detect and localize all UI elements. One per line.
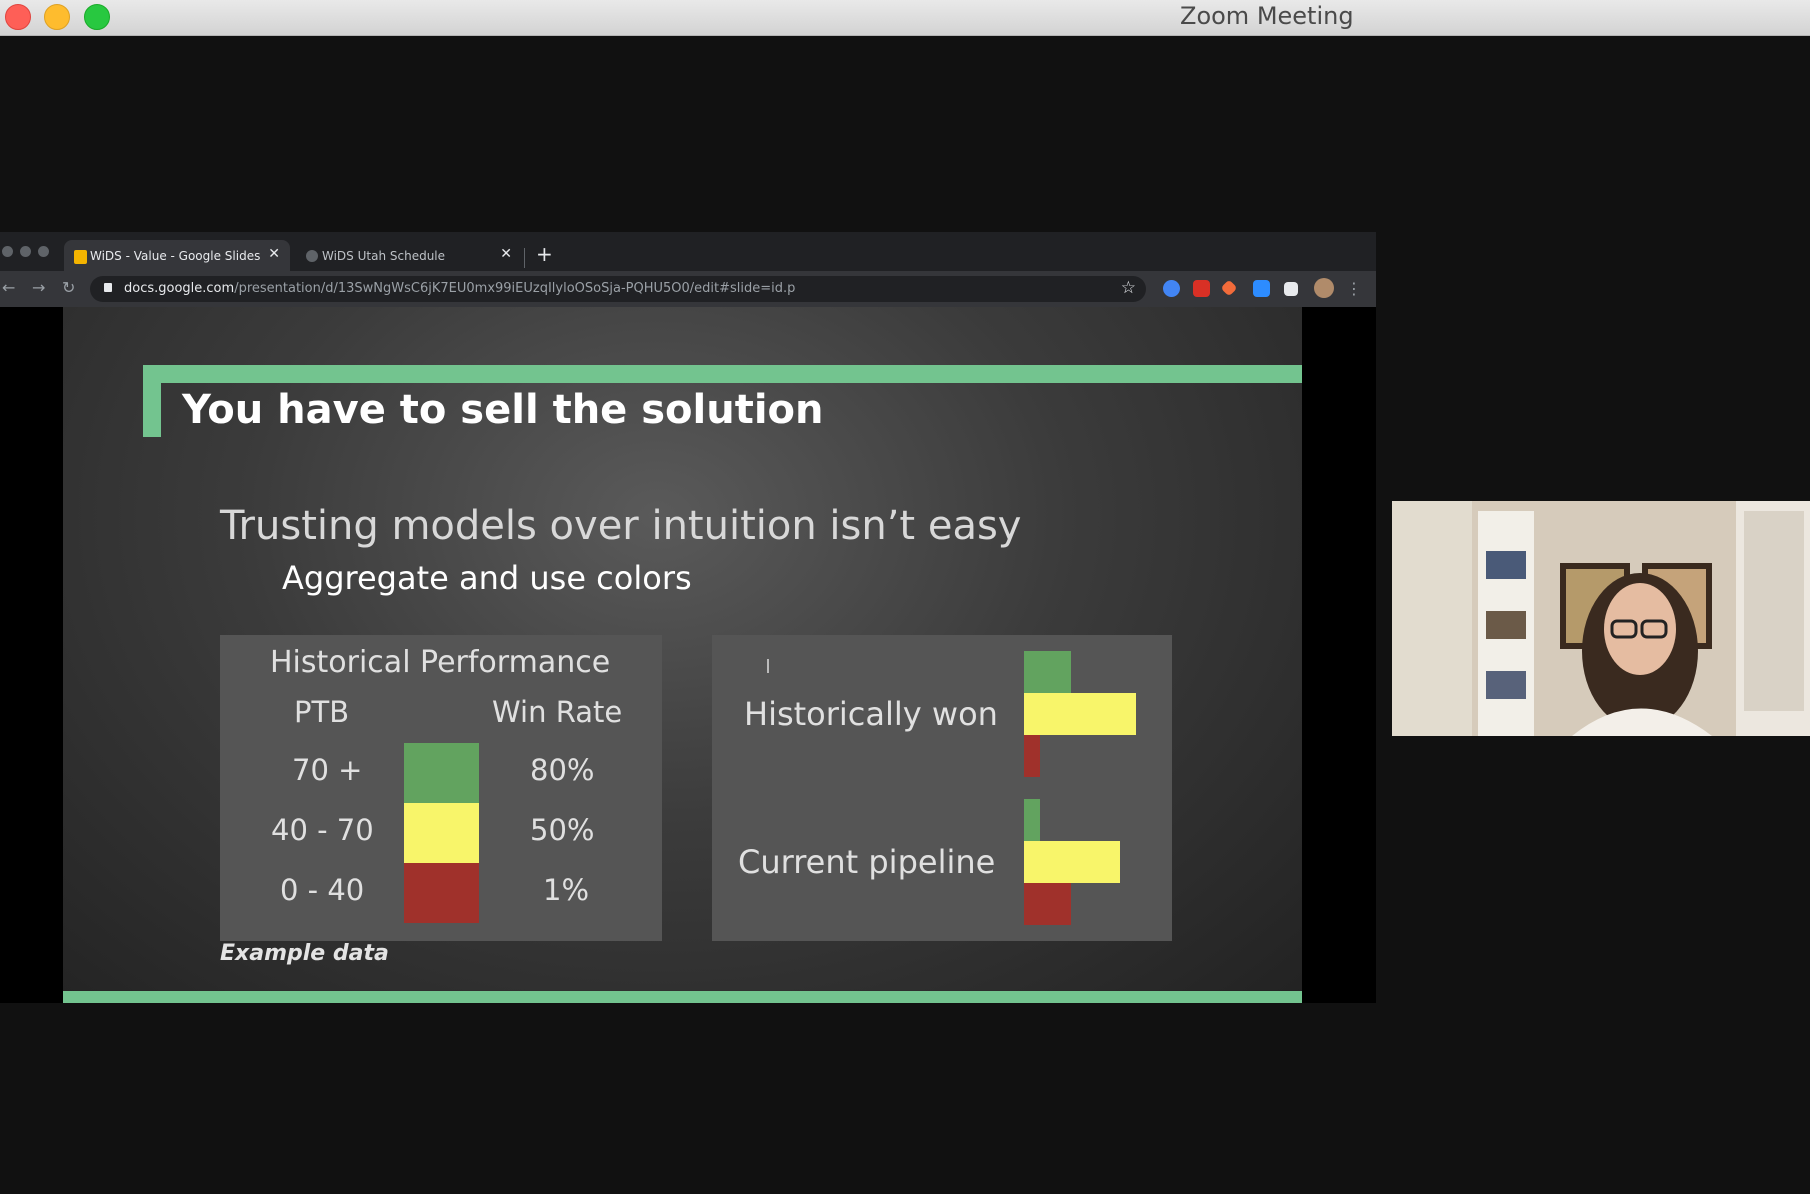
- color-swatch-yellow: [404, 803, 479, 863]
- slide-subtitle: Trusting models over intuition isn’t eas…: [220, 503, 1022, 549]
- tab-google-slides[interactable]: WiDS - Value - Google Slides ✕: [64, 240, 290, 271]
- slide-accent-left: [143, 365, 161, 437]
- new-tab-icon[interactable]: +: [536, 242, 553, 266]
- slide-subpoint: Aggregate and use colors: [282, 559, 692, 597]
- panel-title: Historical Performance: [270, 645, 611, 680]
- extension-zoom-icon[interactable]: [1253, 280, 1270, 297]
- win-rate-value: 80%: [530, 753, 595, 787]
- browser-tab-bar: WiDS - Value - Google Slides ✕ WiDS Utah…: [0, 232, 1376, 271]
- tab-divider: [524, 248, 525, 268]
- extensions-puzzle-icon[interactable]: [1284, 282, 1298, 296]
- column-header-ptb: PTB: [294, 695, 350, 729]
- text-cursor-icon: [767, 659, 769, 673]
- address-bar[interactable]: docs.google.com/presentation/d/13SwNgWsC…: [90, 276, 1146, 302]
- win-rate-value: 1%: [543, 873, 590, 907]
- forward-arrow-icon[interactable]: →: [32, 278, 45, 297]
- bar-1-0: [1024, 799, 1040, 841]
- participant-video: [1392, 501, 1810, 736]
- slide-title: You have to sell the solution: [182, 387, 824, 433]
- category-label: Current pipeline: [738, 843, 996, 881]
- window-title: Zoom Meeting: [1180, 2, 1354, 30]
- profile-avatar[interactable]: [1314, 278, 1334, 298]
- reload-icon[interactable]: ↻: [62, 278, 75, 297]
- category-label: Historically won: [744, 695, 998, 733]
- close-window-button[interactable]: [5, 4, 31, 30]
- lock-icon: [104, 283, 112, 292]
- ptb-value: 0 - 40: [280, 873, 365, 907]
- close-tab-icon[interactable]: ✕: [268, 246, 280, 262]
- tab-label: WiDS - Value - Google Slides: [90, 249, 261, 263]
- extension-rocket-icon[interactable]: [1220, 279, 1238, 297]
- maximize-window-button[interactable]: [84, 4, 110, 30]
- browser-menu-icon[interactable]: ⋮: [1346, 279, 1362, 298]
- color-swatch-red: [404, 863, 479, 923]
- ptb-value: 70 +: [292, 753, 363, 787]
- browser-min-dot[interactable]: [20, 246, 31, 257]
- participant-video-tile[interactable]: [1392, 501, 1810, 736]
- minimize-window-button[interactable]: [44, 4, 70, 30]
- back-arrow-icon[interactable]: ←: [2, 278, 15, 297]
- color-swatch-green: [404, 743, 479, 803]
- browser-max-dot[interactable]: [38, 246, 49, 257]
- pipeline-comparison-panel: Historically won Current pipeline: [712, 635, 1172, 941]
- slide-accent-top: [143, 365, 1302, 383]
- browser-close-dot[interactable]: [2, 246, 13, 257]
- win-rate-value: 50%: [530, 813, 595, 847]
- url-text: docs.google.com/presentation/d/13SwNgWsC…: [124, 281, 796, 296]
- browser-toolbar: ← → ↻ docs.google.com/presentation/d/13S…: [0, 271, 1376, 307]
- example-data-note: Example data: [220, 941, 389, 966]
- bar-0-0: [1024, 651, 1071, 693]
- bar-1-2: [1024, 883, 1071, 925]
- column-header-win-rate: Win Rate: [492, 695, 623, 729]
- historical-performance-panel: Historical Performance PTB Win Rate 70 +…: [220, 635, 662, 941]
- close-tab-icon[interactable]: ✕: [500, 246, 512, 262]
- tab-wids-schedule[interactable]: WiDS Utah Schedule ✕: [296, 240, 522, 271]
- presentation-slide: You have to sell the solution Trusting m…: [63, 307, 1302, 1003]
- shared-screen-browser: WiDS - Value - Google Slides ✕ WiDS Utah…: [0, 232, 1376, 1003]
- bar-0-2: [1024, 735, 1040, 777]
- globe-icon: [306, 250, 318, 262]
- slide-accent-bottom: [63, 991, 1302, 1003]
- bar-1-1: [1024, 841, 1120, 883]
- zoom-titlebar: Zoom Meeting: [0, 0, 1810, 36]
- ptb-value: 40 - 70: [271, 813, 374, 847]
- extension-lastpass-icon[interactable]: [1193, 280, 1210, 297]
- bookmark-star-icon[interactable]: ☆: [1121, 278, 1136, 298]
- extension-google-icon[interactable]: [1163, 280, 1180, 297]
- bar-0-1: [1024, 693, 1136, 735]
- slides-icon: [74, 250, 87, 264]
- tab-label: WiDS Utah Schedule: [322, 249, 446, 263]
